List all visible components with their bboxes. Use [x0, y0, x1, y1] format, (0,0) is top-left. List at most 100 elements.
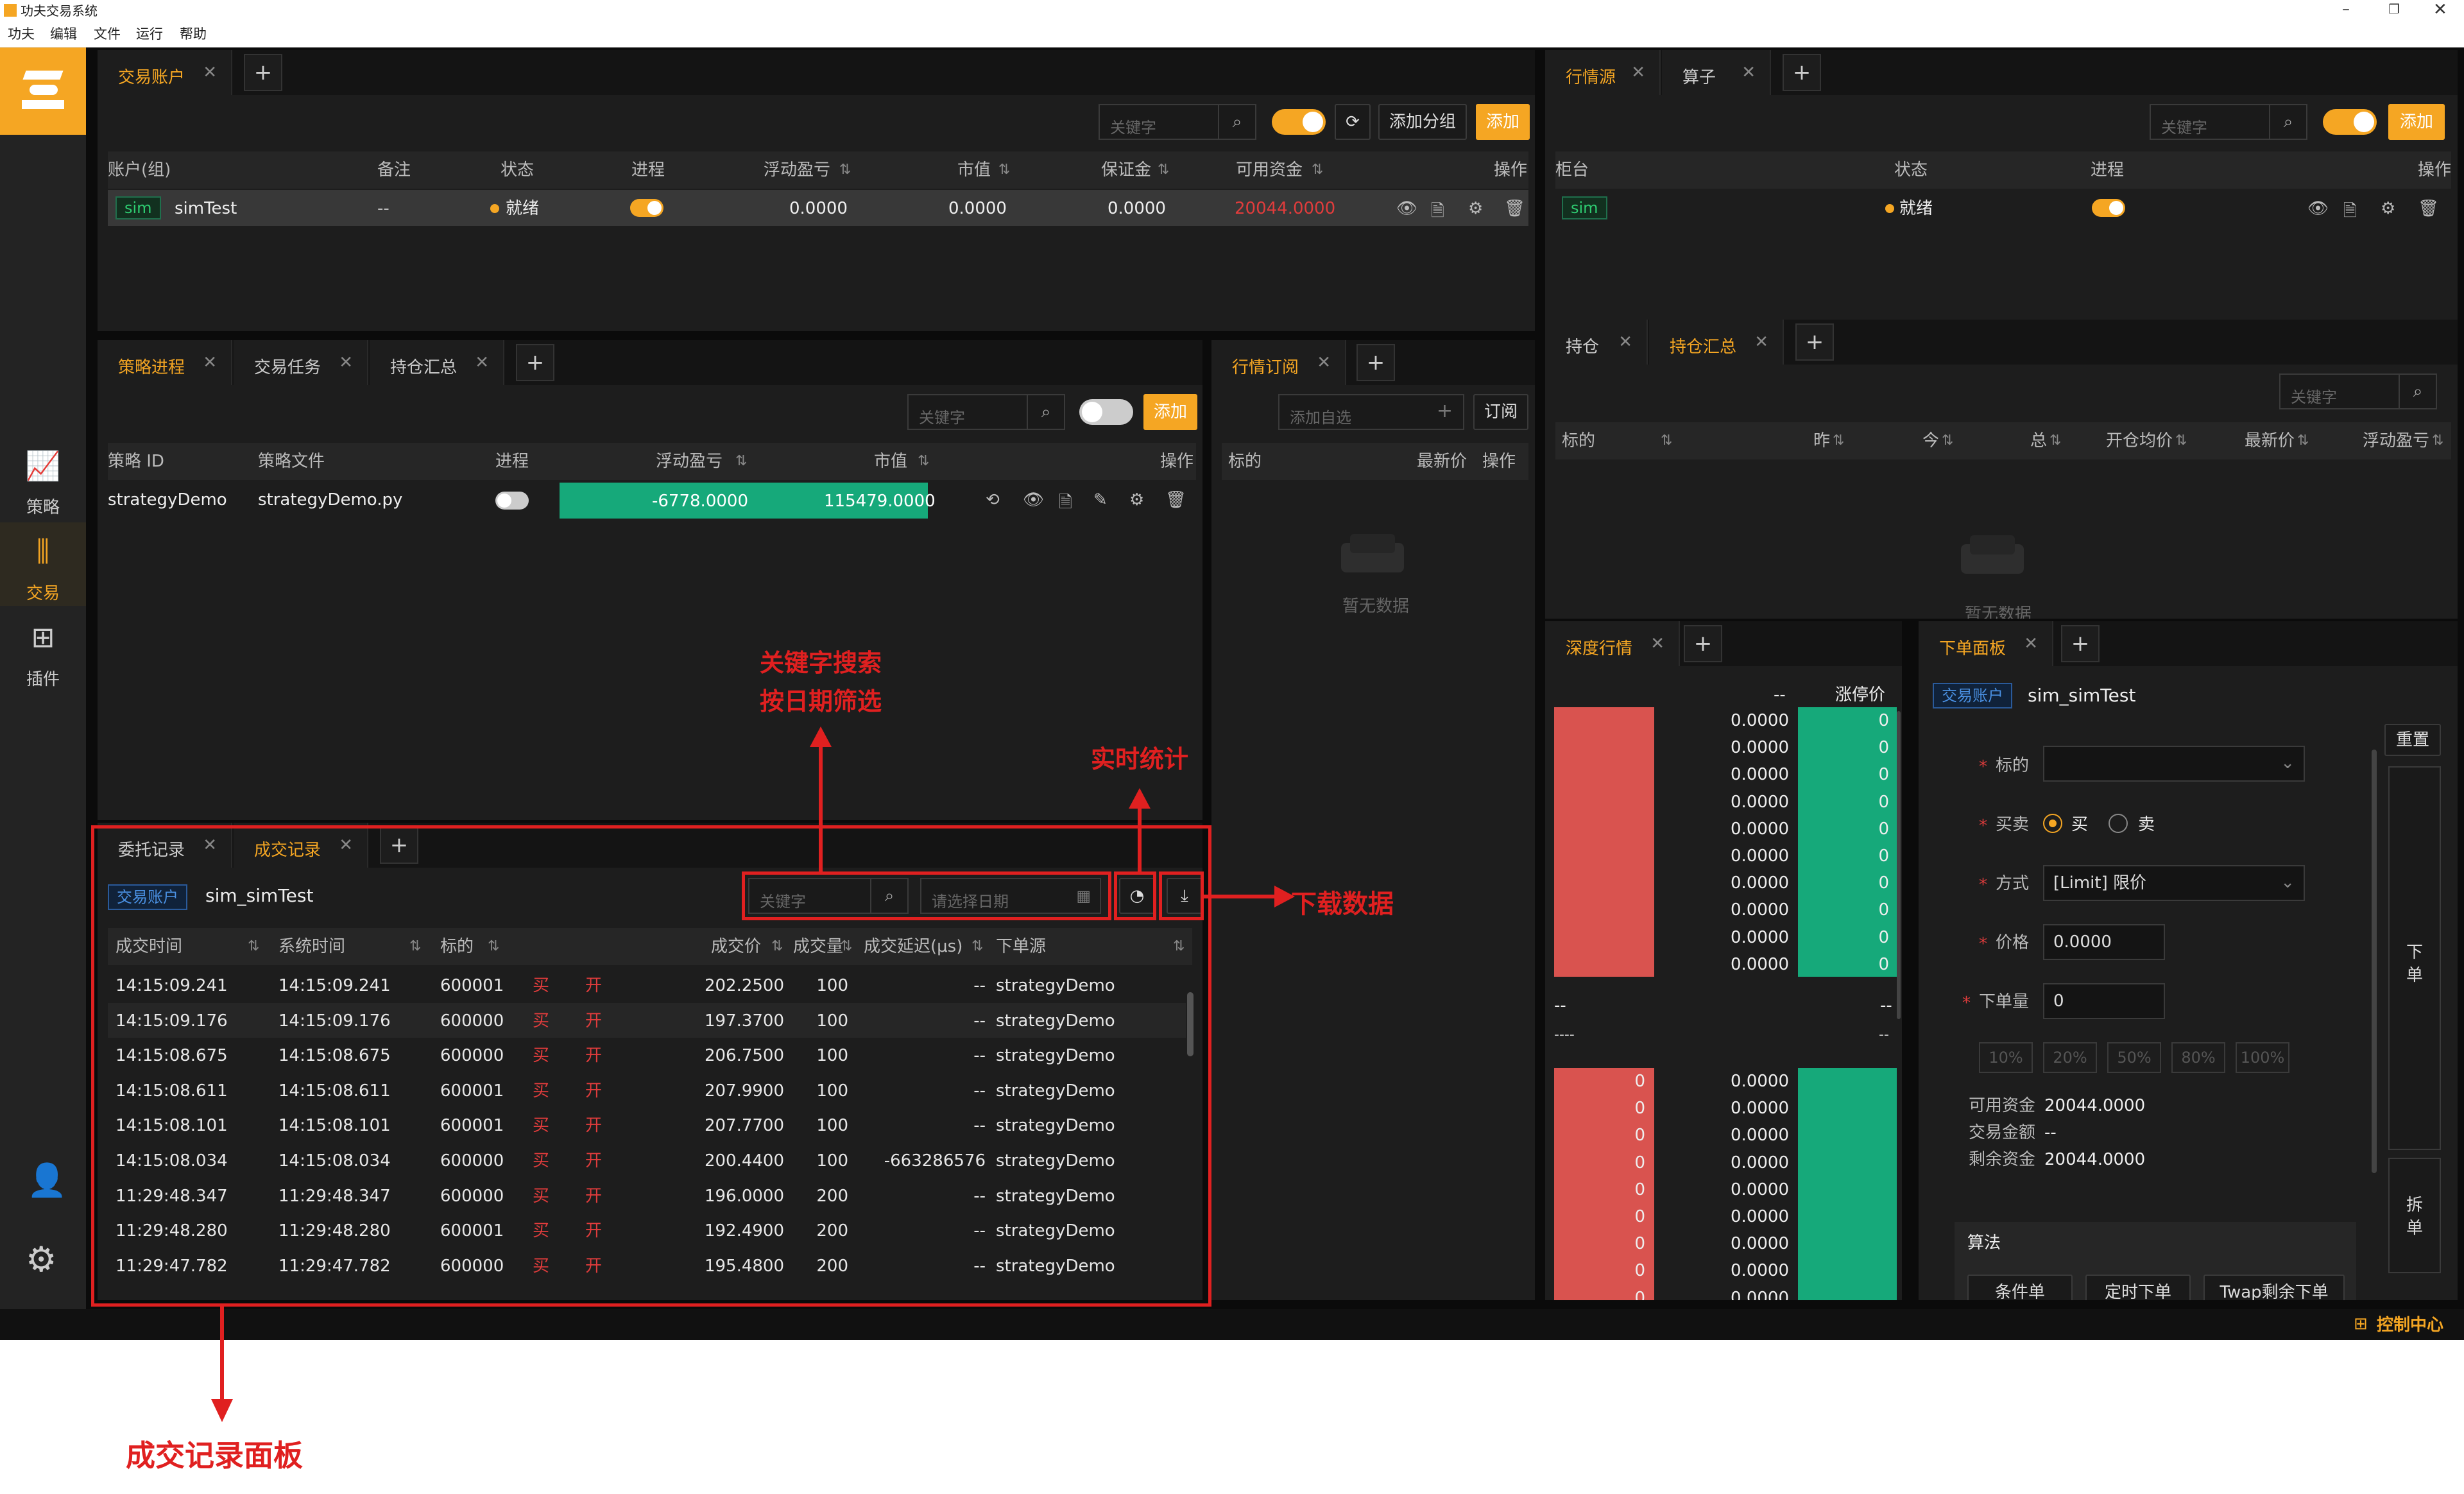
- process-toggle[interactable]: [1272, 109, 1326, 135]
- search-input[interactable]: 关键字 ⌕: [1099, 104, 1256, 140]
- table-row[interactable]: sim simTest -- 就绪 0.0000 0.0000 0.0000 2…: [108, 190, 1528, 226]
- tab-order[interactable]: 下单面板 ✕: [1919, 621, 2053, 666]
- scrollbar[interactable]: [2372, 750, 2377, 1173]
- sort-icon[interactable]: ⇅: [2049, 434, 2061, 448]
- delete-icon[interactable]: 🗑: [2418, 199, 2439, 218]
- scrollbar[interactable]: [1897, 711, 1901, 1019]
- search-input[interactable]: 关键字 ⌕: [2150, 104, 2307, 140]
- add-watchlist-input[interactable]: 添加自选 +: [1278, 394, 1464, 430]
- history-icon[interactable]: ⟲: [986, 490, 1000, 510]
- document-icon[interactable]: 🗎: [2343, 199, 2357, 227]
- condition-order-button[interactable]: 条件单: [1967, 1275, 2073, 1300]
- close-tab-icon[interactable]: ✕: [203, 63, 217, 82]
- buy-radio[interactable]: [2043, 814, 2062, 833]
- search-icon[interactable]: ⌕: [2399, 375, 2436, 408]
- close-tab-icon[interactable]: ✕: [2024, 634, 2038, 653]
- close-tab-icon[interactable]: ✕: [1741, 63, 1756, 82]
- mode-select[interactable]: [Limit] 限价 ⌄: [2043, 865, 2305, 901]
- menu-item[interactable]: 帮助: [180, 28, 207, 41]
- tab-strategy-process[interactable]: 策略进程 ✕: [98, 340, 232, 385]
- sidebar-item-strategy[interactable]: 📈 策略: [0, 436, 86, 520]
- reset-button[interactable]: 重置: [2384, 724, 2441, 756]
- settings-icon[interactable]: ⚙: [26, 1242, 56, 1277]
- table-row[interactable]: sim 就绪 👁 🗎 ⚙ 🗑: [1555, 190, 2451, 226]
- sort-icon[interactable]: ⇅: [2297, 434, 2309, 448]
- process-toggle[interactable]: [495, 492, 529, 510]
- sort-icon[interactable]: ⇅: [1158, 163, 1169, 177]
- delete-icon[interactable]: 🗑: [1504, 199, 1525, 218]
- percent-50-button[interactable]: 50%: [2107, 1042, 2161, 1073]
- view-icon[interactable]: 👁: [2307, 199, 2329, 218]
- twap-order-button[interactable]: Twap剩余下单: [2203, 1275, 2345, 1300]
- tab-depth[interactable]: 深度行情 ✕: [1545, 621, 1680, 666]
- sort-icon[interactable]: ⇅: [735, 454, 747, 468]
- close-tab-icon[interactable]: ✕: [203, 353, 217, 372]
- control-center-link[interactable]: 控制中心: [2377, 1317, 2443, 1334]
- sell-radio[interactable]: [2109, 814, 2128, 833]
- close-tab-icon[interactable]: ✕: [1631, 63, 1645, 82]
- search-icon[interactable]: ⌕: [1027, 395, 1064, 429]
- menu-item[interactable]: 运行: [136, 28, 163, 41]
- sort-icon[interactable]: ⇅: [1312, 163, 1323, 177]
- place-order-button[interactable]: 下单: [2388, 766, 2441, 1150]
- close-tab-icon[interactable]: ✕: [1754, 332, 1768, 352]
- percent-100-button[interactable]: 100%: [2236, 1042, 2289, 1073]
- process-toggle[interactable]: [2323, 109, 2377, 135]
- sort-icon[interactable]: ⇅: [1833, 434, 1844, 448]
- search-icon[interactable]: ⌕: [1218, 105, 1255, 139]
- sort-icon[interactable]: ⇅: [998, 163, 1010, 177]
- maximize-icon[interactable]: ❐: [2388, 3, 2400, 15]
- add-tab-button[interactable]: +: [2061, 625, 2100, 662]
- view-icon[interactable]: 👁: [1023, 490, 1044, 510]
- add-tab-button[interactable]: +: [244, 54, 282, 91]
- document-icon[interactable]: 🗎: [1059, 490, 1072, 519]
- tab-trade-task[interactable]: 交易任务 ✕: [234, 340, 368, 385]
- tab-position[interactable]: 持仓 ✕: [1545, 320, 1648, 365]
- close-tab-icon[interactable]: ✕: [475, 353, 489, 372]
- close-tab-icon[interactable]: ✕: [339, 353, 353, 372]
- tab-operator[interactable]: 算子 ✕: [1662, 50, 1771, 95]
- menu-item[interactable]: 文件: [94, 28, 121, 41]
- split-order-button[interactable]: 拆单: [2388, 1158, 2441, 1273]
- add-group-button[interactable]: 添加分组: [1378, 104, 1467, 140]
- process-toggle[interactable]: [1079, 399, 1133, 425]
- user-icon[interactable]: 👤: [27, 1164, 67, 1196]
- tab-market-source[interactable]: 行情源 ✕: [1545, 50, 1661, 95]
- close-tab-icon[interactable]: ✕: [1317, 353, 1331, 372]
- add-button[interactable]: 添加: [1143, 394, 1197, 430]
- menu-item[interactable]: 功夫: [8, 28, 35, 41]
- symbol-select[interactable]: ⌄: [2043, 746, 2305, 782]
- search-icon[interactable]: ⌕: [2269, 105, 2306, 139]
- timed-order-button[interactable]: 定时下单: [2085, 1275, 2191, 1300]
- search-input[interactable]: 关键字 ⌕: [2279, 374, 2437, 409]
- gear-icon[interactable]: ⚙: [1129, 490, 1144, 510]
- gear-icon[interactable]: ⚙: [1468, 199, 1483, 218]
- price-input[interactable]: 0.0000: [2043, 924, 2165, 960]
- volume-input[interactable]: 0: [2043, 983, 2165, 1019]
- close-tab-icon[interactable]: ✕: [1650, 634, 1664, 653]
- table-row[interactable]: strategyDemo strategyDemo.py -6778.0000 …: [108, 481, 1196, 519]
- sort-icon[interactable]: ⇅: [2432, 434, 2443, 448]
- add-tab-button[interactable]: +: [1795, 323, 1834, 361]
- sidebar-item-trade[interactable]: ⫼ 交易: [0, 522, 86, 606]
- sidebar-item-plugin[interactable]: ⊞ 插件: [0, 608, 86, 692]
- process-toggle[interactable]: [630, 199, 663, 217]
- search-input[interactable]: 关键字 ⌕: [907, 394, 1065, 430]
- sort-icon[interactable]: ⇅: [1661, 434, 1672, 448]
- add-button[interactable]: 添加: [1476, 104, 1530, 140]
- refresh-button[interactable]: ⟳: [1335, 104, 1371, 140]
- subscribe-button[interactable]: 订阅: [1473, 394, 1528, 430]
- add-tab-button[interactable]: +: [1356, 344, 1395, 381]
- close-tab-icon[interactable]: ✕: [1618, 332, 1632, 352]
- sort-icon[interactable]: ⇅: [2175, 434, 2187, 448]
- sort-icon[interactable]: ⇅: [1942, 434, 1953, 448]
- add-tab-button[interactable]: +: [516, 344, 554, 381]
- minimize-icon[interactable]: –: [2342, 1, 2350, 17]
- add-tab-button[interactable]: +: [1684, 625, 1722, 662]
- close-icon[interactable]: ✕: [2433, 1, 2447, 18]
- edit-icon[interactable]: ✎: [1093, 490, 1108, 510]
- percent-20-button[interactable]: 20%: [2043, 1042, 2097, 1073]
- tab-trade-account[interactable]: 交易账户 ✕: [98, 50, 232, 95]
- tab-position-summary[interactable]: 持仓汇总 ✕: [370, 340, 504, 385]
- process-toggle[interactable]: [2092, 199, 2125, 217]
